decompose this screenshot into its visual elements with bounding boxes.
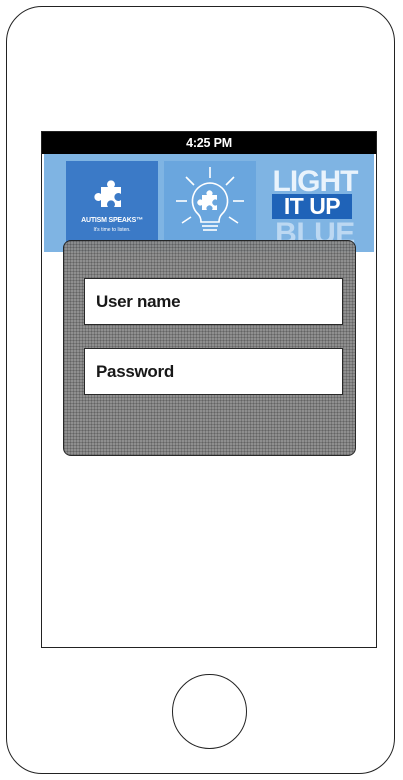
login-dialog <box>63 240 356 456</box>
it-up-text: IT UP <box>272 194 352 219</box>
light-it-up-blue-panel: LIGHT IT UP BLUE <box>262 161 368 249</box>
banner-image: AUTISM SPEAKS™ It's time to listen. LIGH… <box>44 154 374 252</box>
status-time: 4:25 PM <box>186 136 232 150</box>
autism-speaks-tagline: It's time to listen. <box>93 227 131 233</box>
username-field[interactable] <box>84 278 343 325</box>
password-field[interactable] <box>84 348 343 395</box>
app-screen: 4:25 PM AUTISM SPEAKS™ It's time to list… <box>41 131 377 648</box>
lightbulb-panel <box>164 161 256 247</box>
lightbulb-icon <box>176 167 244 231</box>
status-bar: 4:25 PM <box>42 132 376 154</box>
home-button[interactable] <box>172 674 247 749</box>
autism-speaks-logo: AUTISM SPEAKS™ It's time to listen. <box>66 161 158 247</box>
puzzle-piece-icon <box>94 180 121 207</box>
autism-speaks-title: AUTISM SPEAKS™ <box>81 217 143 224</box>
